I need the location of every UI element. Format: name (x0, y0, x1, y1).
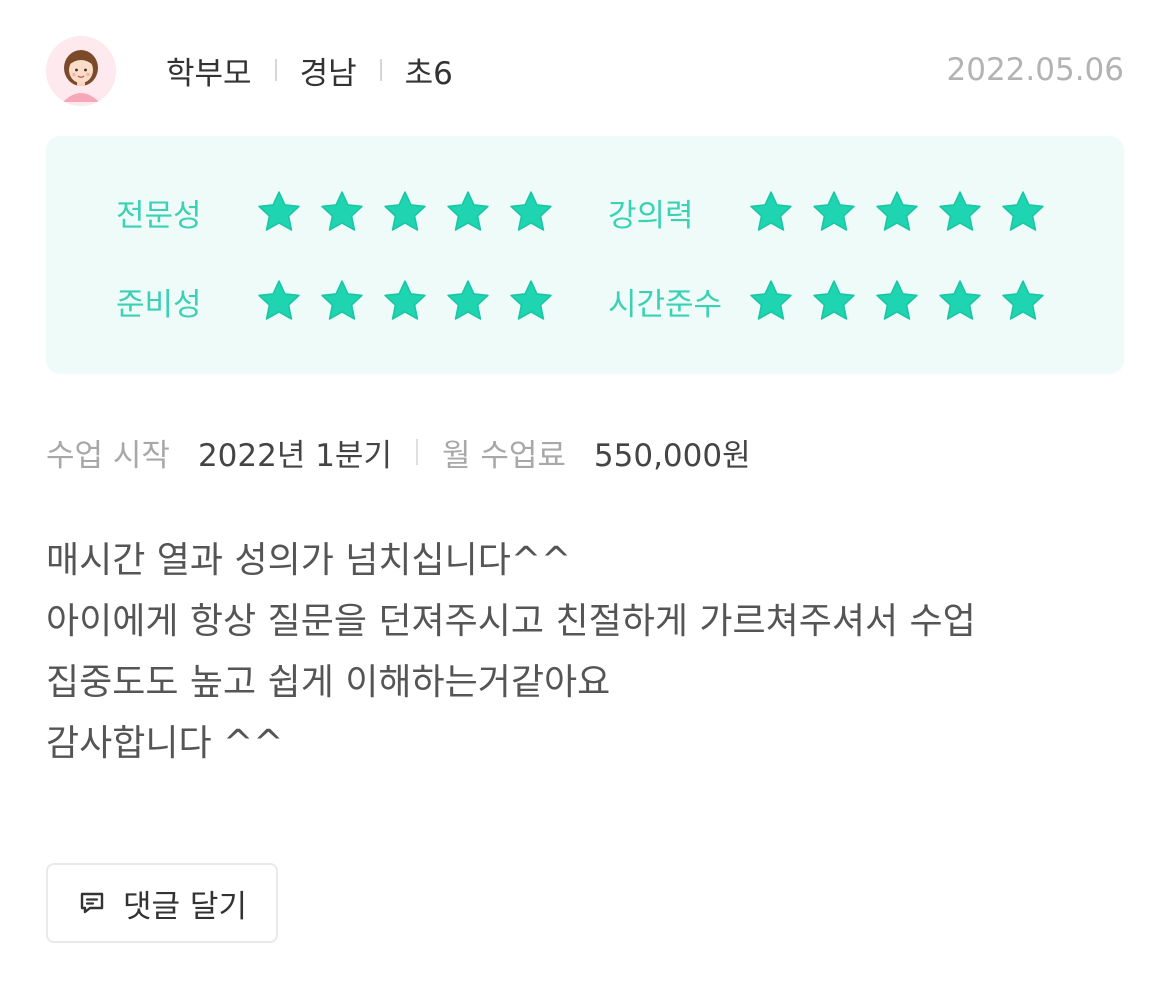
star-icon (510, 280, 552, 320)
star-icon (510, 191, 552, 231)
student-grade: 초6 (404, 55, 453, 92)
star-rating (256, 189, 554, 235)
review-text: 매시간 열과 성의가 넘치십니다^^ 아이에게 항상 질문을 던져주시고 친절하… (46, 530, 1136, 774)
rating-expertise: 전문성 (116, 190, 554, 234)
star-icon (750, 191, 792, 231)
class-info: 수업 시작 2022년 1분기 월 수업료 550,000원 (46, 430, 751, 474)
star-icon (384, 191, 426, 231)
star-icon (876, 191, 918, 231)
star-icon (813, 280, 855, 320)
star-icon (939, 280, 981, 320)
review-header: 학부모 경남 초6 2022.05.06 (46, 36, 1124, 106)
star-icon (321, 280, 363, 320)
star-icon (750, 280, 792, 320)
star-rating (256, 278, 554, 324)
rating-preparation: 준비성 (116, 279, 554, 323)
meta-divider (379, 59, 382, 81)
info-divider (415, 439, 418, 465)
parent-avatar-icon (46, 36, 116, 106)
review-card: 학부모 경남 초6 2022.05.06 전문성 강의력 준비성 시간준수 수업… (0, 0, 1170, 991)
star-icon (1002, 191, 1044, 231)
class-start-label: 수업 시작 (46, 437, 170, 474)
add-comment-label: 댓글 달기 (123, 888, 247, 925)
star-icon (258, 191, 300, 231)
star-icon (939, 191, 981, 231)
star-icon (384, 280, 426, 320)
star-icon (876, 280, 918, 320)
author-region: 경남 (299, 55, 357, 92)
rating-label: 전문성 (116, 197, 202, 234)
review-date: 2022.05.06 (946, 52, 1125, 88)
class-start-value: 2022년 1분기 (197, 437, 392, 474)
add-comment-button[interactable]: 댓글 달기 (46, 863, 278, 943)
star-rating (748, 189, 1046, 235)
rating-label: 시간준수 (608, 286, 723, 323)
comment-icon (77, 888, 107, 918)
rating-punctuality: 시간준수 (608, 279, 1046, 323)
review-line: 매시간 열과 성의가 넘치십니다^^ (46, 540, 572, 581)
meta-divider (274, 59, 277, 81)
author-role: 학부모 (166, 55, 252, 92)
star-icon (447, 191, 489, 231)
monthly-fee-value: 550,000원 (593, 437, 751, 474)
author-meta: 학부모 경남 초6 (166, 50, 453, 92)
rating-teaching: 강의력 (608, 190, 1046, 234)
review-line: 아이에게 항상 질문을 던져주시고 친절하게 가르쳐주셔서 수업 (46, 601, 976, 642)
review-line: 집중도도 높고 쉽게 이해하는거같아요 (46, 662, 611, 703)
star-rating (748, 278, 1046, 324)
rating-label: 준비성 (116, 286, 202, 323)
star-icon (813, 191, 855, 231)
review-line: 감사합니다 ^^ (46, 723, 284, 764)
star-icon (1002, 280, 1044, 320)
rating-label: 강의력 (608, 197, 694, 234)
ratings-panel: 전문성 강의력 준비성 시간준수 (46, 136, 1124, 374)
star-icon (447, 280, 489, 320)
star-icon (321, 191, 363, 231)
star-icon (258, 280, 300, 320)
monthly-fee-label: 월 수업료 (441, 437, 566, 474)
